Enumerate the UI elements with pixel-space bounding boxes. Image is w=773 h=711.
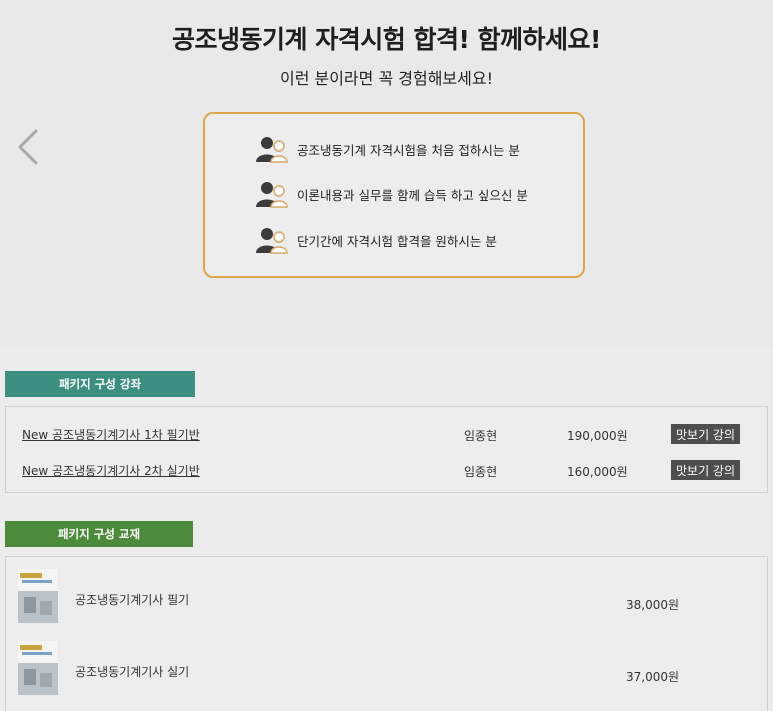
book-cover-thumbnail xyxy=(18,569,58,623)
people-icon xyxy=(256,182,288,208)
people-icon xyxy=(256,137,288,163)
page-title: 공조냉동기계 자격시험 합격! 함께하세요! xyxy=(172,25,601,54)
target-item: 공조냉동기계 자격시험을 처음 접하시는 분 xyxy=(255,134,520,164)
target-audience-box: 공조냉동기계 자격시험을 처음 접하시는 분 이론내용과 실무를 함께 습득 하… xyxy=(203,112,585,278)
lecture-price: 160,000원 xyxy=(567,465,628,479)
preview-lecture-button[interactable]: 맛보기 강의 xyxy=(671,460,740,480)
book-cover-thumbnail xyxy=(18,641,58,695)
table-row: New 공조냉동기계기사 1차 필기반 임종현 190,000원 맛보기 강의 xyxy=(6,424,767,446)
lecture-title-link[interactable]: New 공조냉동기계기사 2차 실기반 xyxy=(22,462,200,479)
target-item-text: 단기간에 자격시험 합격을 원하시는 분 xyxy=(297,233,497,249)
page-subtitle: 이런 분이라면 꼭 경험해보세요! xyxy=(279,69,494,88)
lecture-teacher: 임종현 xyxy=(464,429,498,443)
table-row: New 공조냉동기계기사 2차 실기반 임종현 160,000원 맛보기 강의 xyxy=(6,460,767,482)
book-name: 공조냉동기계기사 필기 xyxy=(75,593,190,607)
book-table: 공조냉동기계기사 필기 38,000원 공조냉동기계기사 실기 37,000원 xyxy=(5,556,768,711)
target-item-text: 공조냉동기계 자격시험을 처음 접하시는 분 xyxy=(297,142,520,158)
lecture-table: New 공조냉동기계기사 1차 필기반 임종현 190,000원 맛보기 강의 … xyxy=(5,406,768,493)
hero-section: 공조냉동기계 자격시험 합격! 함께하세요! 이런 분이라면 꼭 경험해보세요!… xyxy=(0,0,773,345)
tab-package-lectures: 패키지 구성 강좌 xyxy=(5,371,195,397)
lecture-teacher: 임종현 xyxy=(464,465,498,479)
tab-package-books: 패키지 구성 교재 xyxy=(5,521,193,547)
people-icon xyxy=(256,228,288,254)
target-item: 단기간에 자격시험 합격을 원하시는 분 xyxy=(255,225,497,255)
lecture-title-link[interactable]: New 공조냉동기계기사 1차 필기반 xyxy=(22,426,200,443)
target-item-text: 이론내용과 실무를 함께 습득 하고 싶으신 분 xyxy=(297,187,528,203)
book-price: 37,000원 xyxy=(626,670,680,684)
target-item: 이론내용과 실무를 함께 습득 하고 싶으신 분 xyxy=(255,179,528,209)
book-price: 38,000원 xyxy=(626,598,680,612)
book-name: 공조냉동기계기사 실기 xyxy=(75,665,190,679)
chevron-left-icon[interactable] xyxy=(12,127,44,167)
table-row: 공조냉동기계기사 필기 38,000원 xyxy=(6,569,767,633)
table-row: 공조냉동기계기사 실기 37,000원 xyxy=(6,641,767,705)
preview-lecture-button[interactable]: 맛보기 강의 xyxy=(671,424,740,444)
lecture-price: 190,000원 xyxy=(567,429,628,443)
